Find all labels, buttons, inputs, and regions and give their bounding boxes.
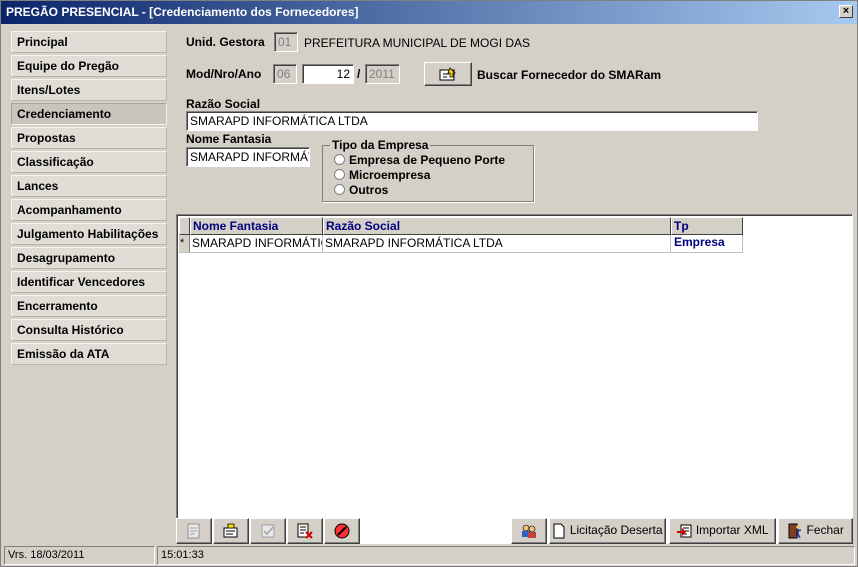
nome-fantasia-label: Nome Fantasia [186, 132, 272, 146]
radio-pequeno-porte[interactable]: Empresa de Pequeno Porte [334, 153, 505, 167]
toolbar-new-button[interactable] [176, 518, 212, 544]
importar-xml-label: Importar XML [695, 523, 769, 537]
users-icon [522, 524, 536, 538]
row-marker: * [179, 235, 190, 253]
sidebar-item-julgamento[interactable]: Julgamento Habilitações [11, 223, 167, 245]
toolbar-cancel-button[interactable] [324, 518, 360, 544]
col-header-razao-social[interactable]: Razão Social [323, 217, 671, 235]
sidebar-item-equipe[interactable]: Equipe do Pregão [11, 55, 167, 77]
save-record-icon [261, 524, 275, 538]
cell-tp-empresa[interactable] [671, 235, 743, 253]
sidebar-item-identificar-vencedores[interactable]: Identificar Vencedores [11, 271, 167, 293]
close-button[interactable]: × [839, 5, 853, 18]
tipo-empresa-title: Tipo da Empresa [330, 138, 431, 152]
radio-outros-label: Outros [349, 183, 389, 197]
cell-nome-fantasia[interactable]: SMARAPD INFORMÁTICA LTDA [190, 235, 323, 253]
edit-record-icon [223, 523, 238, 538]
razao-social-field[interactable]: SMARAPD INFORMÁTICA LTDA [186, 111, 758, 131]
sidebar-item-desagrupamento[interactable]: Desagrupamento [11, 247, 167, 269]
sidebar-item-encerramento[interactable]: Encerramento [11, 295, 167, 317]
sidebar-item-itens-lotes[interactable]: Itens/Lotes [11, 79, 167, 101]
search-document-icon [439, 67, 456, 81]
unid-gestora-code-field[interactable]: 01 [274, 32, 298, 52]
cell-razao-social[interactable]: SMARAPD INFORMÁTICA LTDA [323, 235, 671, 253]
exit-door-icon [788, 523, 802, 539]
razao-social-label: Razão Social [186, 97, 261, 111]
radio-circle-icon [334, 169, 345, 180]
radio-outros[interactable]: Outros [334, 183, 388, 197]
sidebar-item-emissao-ata[interactable]: Emissão da ATA [11, 343, 167, 365]
document-icon [553, 523, 565, 539]
sidebar-item-propostas[interactable]: Propostas [11, 127, 167, 149]
sidebar-item-acompanhamento[interactable]: Acompanhamento [11, 199, 167, 221]
modalidade-field[interactable]: 06 [273, 64, 297, 84]
buscar-fornecedor-button[interactable] [424, 62, 472, 86]
fornecedores-grid[interactable]: Nome Fantasia Razão Social Tp Empresa * … [176, 214, 853, 544]
licitacao-deserta-label: Licitação Deserta [569, 523, 663, 537]
sidebar-item-consulta-historico[interactable]: Consulta Histórico [11, 319, 167, 341]
main-window: PREGÃO PRESENCIAL - [Credenciamento dos … [0, 0, 858, 567]
mod-nro-ano-label: Mod/Nro/Ano [186, 67, 262, 81]
numero-field[interactable]: 12 [302, 64, 354, 84]
nome-fantasia-field[interactable]: SMARAPD INFORMÁTICA LTDA [186, 147, 310, 167]
toolbar-delete-button[interactable] [287, 518, 323, 544]
radio-microempresa[interactable]: Microempresa [334, 168, 430, 182]
status-version: Vrs. 18/03/2011 [4, 546, 155, 565]
window-title: PREGÃO PRESENCIAL - [Credenciamento dos … [6, 5, 359, 19]
importar-xml-button[interactable]: Importar XML [669, 518, 776, 544]
fechar-label: Fechar [806, 523, 844, 537]
ano-field[interactable]: 2011 [365, 64, 400, 84]
slash-separator: / [357, 67, 361, 81]
title-bar: PREGÃO PRESENCIAL - [Credenciamento dos … [1, 1, 857, 24]
toolbar-users-button[interactable] [511, 518, 547, 544]
fechar-button[interactable]: Fechar [778, 518, 853, 544]
sidebar-item-lances[interactable]: Lances [11, 175, 167, 197]
status-time: 15:01:33 [157, 546, 855, 565]
new-record-icon [187, 523, 200, 539]
unid-gestora-label: Unid. Gestora [186, 35, 265, 49]
delete-record-icon [297, 523, 313, 539]
col-header-tp-empresa[interactable]: Tp Empresa [671, 217, 743, 249]
unid-gestora-name: PREFEITURA MUNICIPAL DE MOGI DAS [304, 36, 531, 50]
radio-circle-icon [334, 154, 345, 165]
col-header-nome-fantasia[interactable]: Nome Fantasia [190, 217, 323, 235]
radio-pequeno-porte-label: Empresa de Pequeno Porte [349, 153, 506, 167]
radio-microempresa-label: Microempresa [349, 168, 431, 182]
cancel-icon [334, 523, 350, 539]
toolbar-save-button[interactable] [250, 518, 286, 544]
import-icon [677, 524, 692, 538]
buscar-fornecedor-label: Buscar Fornecedor do SMARam [477, 68, 662, 82]
toolbar-edit-button[interactable] [213, 518, 249, 544]
licitacao-deserta-button[interactable]: Licitação Deserta [549, 518, 666, 544]
grid-corner [179, 217, 190, 235]
sidebar-item-credenciamento[interactable]: Credenciamento [11, 103, 167, 125]
radio-circle-icon [334, 184, 345, 195]
sidebar-item-classificacao[interactable]: Classificação [11, 151, 167, 173]
sidebar-item-principal[interactable]: Principal [11, 31, 167, 53]
